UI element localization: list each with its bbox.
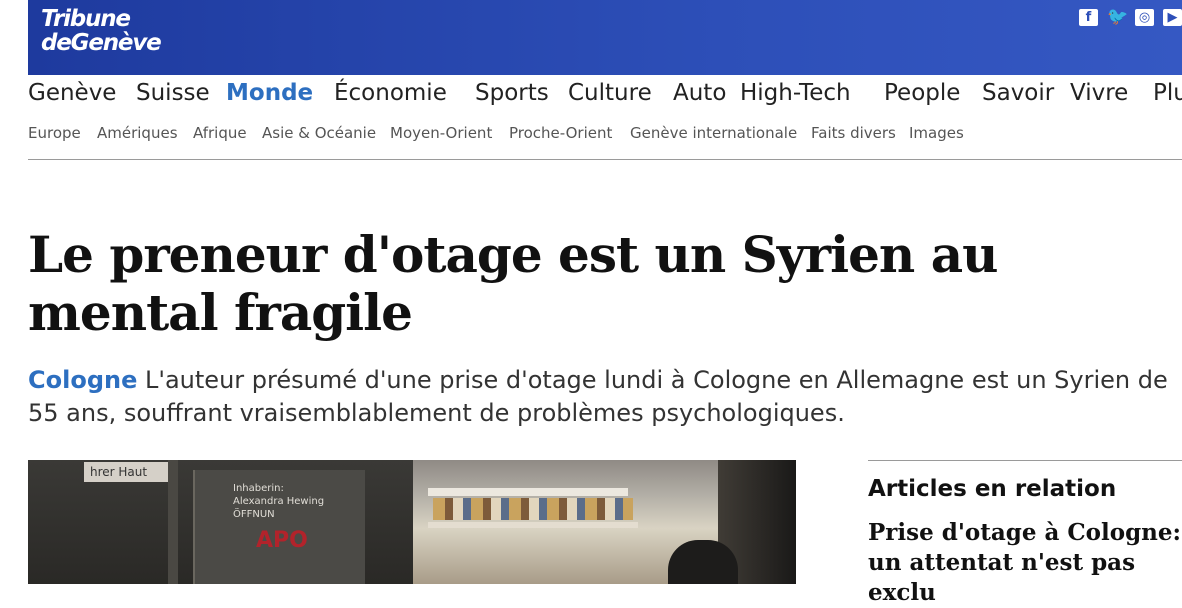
- photo-door-frame: [168, 460, 178, 584]
- nav-item-vivre[interactable]: Vivre: [1070, 78, 1128, 108]
- instagram-icon[interactable]: ◎: [1135, 9, 1154, 26]
- subnav-item-europe[interactable]: Europe: [28, 122, 81, 144]
- nav-item-geneve[interactable]: Genève: [28, 78, 116, 108]
- photo-pharmacy-logo: APO: [256, 528, 308, 553]
- nav-item-savoir[interactable]: Savoir: [982, 78, 1054, 108]
- photo-glass-line-1: Inhaberin:: [233, 483, 284, 494]
- article-lead: Cologne L'auteur présumé d'une prise d'o…: [28, 364, 1178, 430]
- subnav-item-moyen-orient[interactable]: Moyen-Orient: [390, 122, 492, 144]
- subnav-item-proche-orient[interactable]: Proche-Orient: [509, 122, 612, 144]
- logo-line-1: Tribune: [41, 6, 131, 32]
- logo-line-2: deGenève: [41, 30, 162, 56]
- photo-person: [668, 540, 738, 584]
- nav-item-monde[interactable]: Monde: [226, 78, 313, 108]
- photo-glass-line-2: Alexandra Hewing: [233, 496, 325, 507]
- photo-shelf: [428, 488, 628, 496]
- article-lead-text: L'auteur présumé d'une prise d'otage lun…: [28, 366, 1168, 427]
- nav-item-auto[interactable]: Auto: [673, 78, 726, 108]
- youtube-icon[interactable]: ▶: [1163, 9, 1182, 26]
- nav-item-sports[interactable]: Sports: [475, 78, 549, 108]
- social-links: f 🐦 ◎ ▶: [1079, 9, 1182, 26]
- nav-item-people[interactable]: People: [884, 78, 960, 108]
- subnav-item-images[interactable]: Images: [909, 122, 964, 144]
- article-headline: Le preneur d'otage est un Syrien au ment…: [28, 225, 998, 342]
- subnav-item-faits-divers[interactable]: Faits divers: [811, 122, 896, 144]
- photo-sign: hrer Haut: [84, 462, 172, 482]
- related-articles-title: Articles en relation: [868, 476, 1117, 502]
- photo-shelf: [428, 522, 638, 528]
- subnav-item-asie-oceanie[interactable]: Asie & Océanie: [262, 122, 376, 144]
- nav-item-high-tech[interactable]: High-Tech: [740, 78, 851, 108]
- nav-divider: [28, 159, 1182, 160]
- nav-item-economie[interactable]: Économie: [334, 78, 447, 108]
- subnav-item-ameriques[interactable]: Amériques: [97, 122, 178, 144]
- nav-item-suisse[interactable]: Suisse: [136, 78, 210, 108]
- subnav-item-geneve-internationale[interactable]: Genève internationale: [630, 122, 797, 144]
- article-place: Cologne: [28, 366, 138, 394]
- photo-glass-text: Inhaberin: Alexandra Hewing ÖFFNUN: [233, 482, 324, 521]
- main-navigation: Genève Suisse Monde Économie Sports Cult…: [28, 78, 1182, 108]
- nav-item-plus[interactable]: Plus: [1153, 78, 1182, 108]
- site-header: Tribune deGenève f 🐦 ◎ ▶: [28, 0, 1182, 75]
- sidebar-divider: [868, 460, 1182, 461]
- photo-glass-line-3: ÖFFNUN: [233, 509, 275, 520]
- nav-item-culture[interactable]: Culture: [568, 78, 652, 108]
- subnav-item-afrique[interactable]: Afrique: [193, 122, 247, 144]
- site-logo[interactable]: Tribune deGenève: [41, 6, 162, 56]
- photo-products: [433, 498, 633, 520]
- related-article-link[interactable]: Prise d'otage à Cologne: un attentat n'e…: [868, 518, 1182, 608]
- facebook-icon[interactable]: f: [1079, 9, 1098, 26]
- twitter-icon[interactable]: 🐦: [1107, 9, 1128, 26]
- article-photo[interactable]: hrer Haut Inhaberin: Alexandra Hewing ÖF…: [28, 460, 796, 584]
